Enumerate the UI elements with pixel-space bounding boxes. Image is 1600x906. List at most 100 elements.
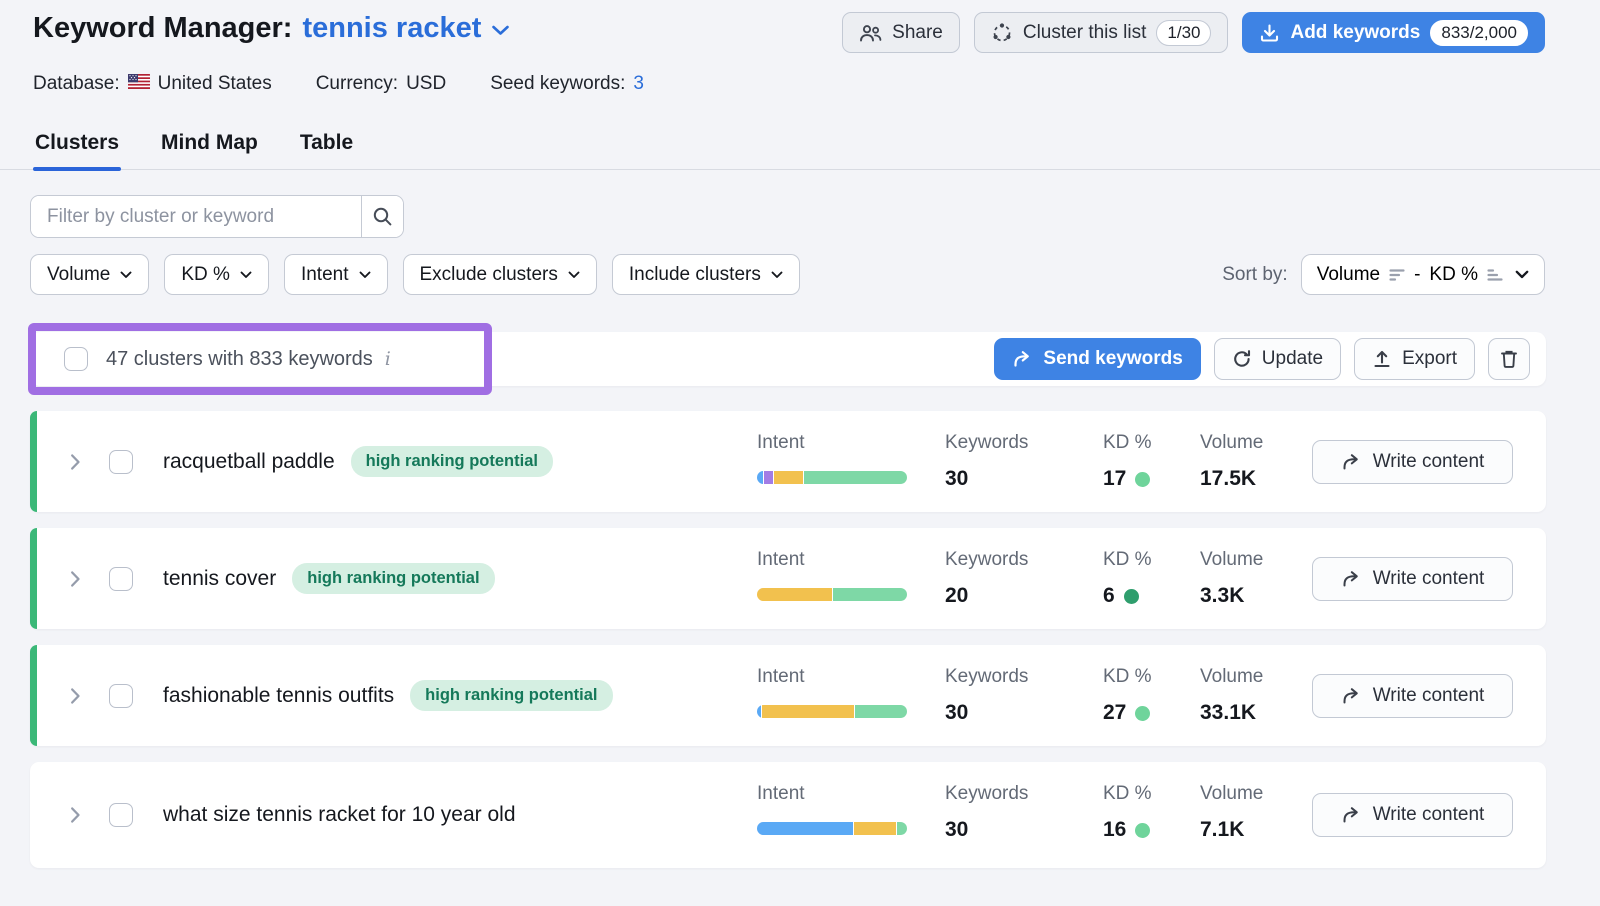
high-ranking-potential-badge: high ranking potential [351, 446, 553, 477]
export-button[interactable]: Export [1354, 338, 1475, 380]
volume-value: 17.5K [1200, 467, 1263, 491]
sort-separator: - [1414, 264, 1420, 286]
intent-segment-informational [757, 705, 761, 718]
trash-icon [1500, 349, 1518, 369]
cluster-name[interactable]: tennis cover [163, 567, 276, 591]
kd-value: 27 [1103, 701, 1126, 725]
database-info: Database: United States [33, 73, 272, 95]
intent-bar [757, 705, 907, 718]
filter-input[interactable] [31, 196, 361, 237]
cluster-row: racquetball paddle high ranking potentia… [30, 411, 1546, 512]
tab-table[interactable]: Table [298, 123, 355, 169]
filter-dropdowns-row: Volume KD % Intent Exclude clusters Incl… [30, 254, 1600, 295]
filter-volume-dropdown[interactable]: Volume [30, 254, 149, 295]
keywords-count: 30 [945, 701, 1028, 725]
chevron-down-icon [240, 271, 252, 279]
intent-bar [757, 588, 907, 601]
intent-segment-navigational [764, 471, 773, 484]
intent-bar [757, 822, 907, 835]
intent-segment-informational [757, 471, 763, 484]
list-meta: Database: United States Currency: USD Se… [0, 53, 1600, 95]
kd-column-label: KD % [1103, 549, 1152, 571]
write-content-button[interactable]: Write content [1312, 674, 1513, 718]
seed-keywords-value[interactable]: 3 [633, 73, 644, 95]
cluster-checkbox[interactable] [109, 684, 133, 708]
kd-column-label: KD % [1103, 666, 1152, 688]
volume-value: 7.1K [1200, 818, 1263, 842]
tab-mind-map[interactable]: Mind Map [159, 123, 260, 169]
update-button[interactable]: Update [1214, 338, 1341, 380]
volume-column-label: Volume [1200, 783, 1263, 805]
clusters-summary-text: 47 clusters with 833 keywords [106, 348, 373, 371]
intent-segment-commercial [774, 471, 803, 484]
keywords-column-label: Keywords [945, 549, 1028, 571]
seed-keywords-label: Seed keywords: [490, 73, 625, 95]
seed-keywords-info: Seed keywords: 3 [490, 73, 644, 95]
page-title-keyword[interactable]: tennis racket [302, 12, 481, 45]
cluster-checkbox[interactable] [109, 567, 133, 591]
expand-chevron-right-icon[interactable] [70, 570, 81, 588]
filter-include-clusters-dropdown[interactable]: Include clusters [612, 254, 800, 295]
send-keywords-button[interactable]: Send keywords [994, 338, 1200, 380]
cluster-name[interactable]: fashionable tennis outfits [163, 684, 394, 708]
write-content-button[interactable]: Write content [1312, 793, 1513, 837]
search-button[interactable] [361, 196, 403, 237]
filter-intent-label: Intent [301, 264, 349, 286]
cluster-count-badge: 1/30 [1156, 20, 1211, 46]
cluster-checkbox[interactable] [109, 803, 133, 827]
expand-chevron-right-icon[interactable] [70, 687, 81, 705]
share-button[interactable]: Share [842, 12, 960, 53]
summary-bar: 47 clusters with 833 keywords i Send key… [30, 332, 1546, 386]
chevron-down-icon[interactable] [491, 20, 510, 37]
send-arrow-icon [1012, 350, 1033, 368]
cluster-name[interactable]: what size tennis racket for 10 year old [163, 803, 516, 827]
volume-value: 33.1K [1200, 701, 1263, 725]
kd-difficulty-dot [1124, 589, 1139, 604]
chevron-down-icon [359, 271, 371, 279]
expand-chevron-right-icon[interactable] [70, 806, 81, 824]
sort-primary-value: Volume [1317, 264, 1380, 286]
intent-column-label: Intent [757, 783, 907, 805]
us-flag-icon [128, 73, 150, 95]
summary-section: 47 clusters with 833 keywords i Send key… [30, 332, 1546, 386]
cluster-this-list-label: Cluster this list [1023, 22, 1147, 44]
filter-input-group [30, 195, 404, 238]
chevron-down-icon [120, 271, 132, 279]
cluster-rows: racquetball paddle high ranking potentia… [30, 411, 1600, 868]
keywords-count-badge: 833/2,000 [1430, 20, 1528, 46]
filter-exclude-clusters-dropdown[interactable]: Exclude clusters [403, 254, 597, 295]
search-icon [372, 206, 393, 227]
summary-actions: Send keywords Update Export [994, 338, 1530, 380]
cluster-icon [991, 22, 1013, 44]
delete-button[interactable] [1488, 338, 1530, 380]
write-content-label: Write content [1373, 804, 1485, 826]
expand-chevron-right-icon[interactable] [70, 453, 81, 471]
cluster-name[interactable]: racquetball paddle [163, 450, 335, 474]
select-all-checkbox[interactable] [64, 347, 88, 371]
filter-intent-dropdown[interactable]: Intent [284, 254, 388, 295]
intent-segment-commercial [757, 588, 832, 601]
cluster-checkbox[interactable] [109, 450, 133, 474]
tabs-bar: Clusters Mind Map Table [0, 123, 1600, 170]
sort-by-label: Sort by: [1222, 264, 1287, 286]
add-keywords-button[interactable]: Add keywords 833/2,000 [1242, 12, 1545, 53]
currency-label: Currency: [316, 73, 398, 95]
tab-clusters[interactable]: Clusters [33, 123, 121, 169]
write-content-label: Write content [1373, 685, 1485, 707]
filter-kd-dropdown[interactable]: KD % [164, 254, 269, 295]
sort-secondary-value: KD % [1429, 264, 1478, 286]
share-button-label: Share [892, 22, 943, 44]
sort-dropdown[interactable]: Volume - KD % [1301, 254, 1545, 295]
write-content-button[interactable]: Write content [1312, 440, 1513, 484]
intent-column-label: Intent [757, 549, 907, 571]
top-actions: Share Cluster this list 1/30 Add keyword… [842, 12, 1545, 53]
top-bar: Keyword Manager: tennis racket Share Clu… [0, 0, 1600, 53]
page-title: Keyword Manager: tennis racket [33, 12, 510, 45]
kd-difficulty-dot [1135, 823, 1150, 838]
download-icon [1259, 23, 1280, 43]
volume-column-label: Volume [1200, 666, 1263, 688]
cluster-this-list-button[interactable]: Cluster this list 1/30 [974, 12, 1229, 53]
info-icon[interactable]: i [385, 348, 391, 370]
cluster-row: fashionable tennis outfits high ranking … [30, 645, 1546, 746]
write-content-button[interactable]: Write content [1312, 557, 1513, 601]
